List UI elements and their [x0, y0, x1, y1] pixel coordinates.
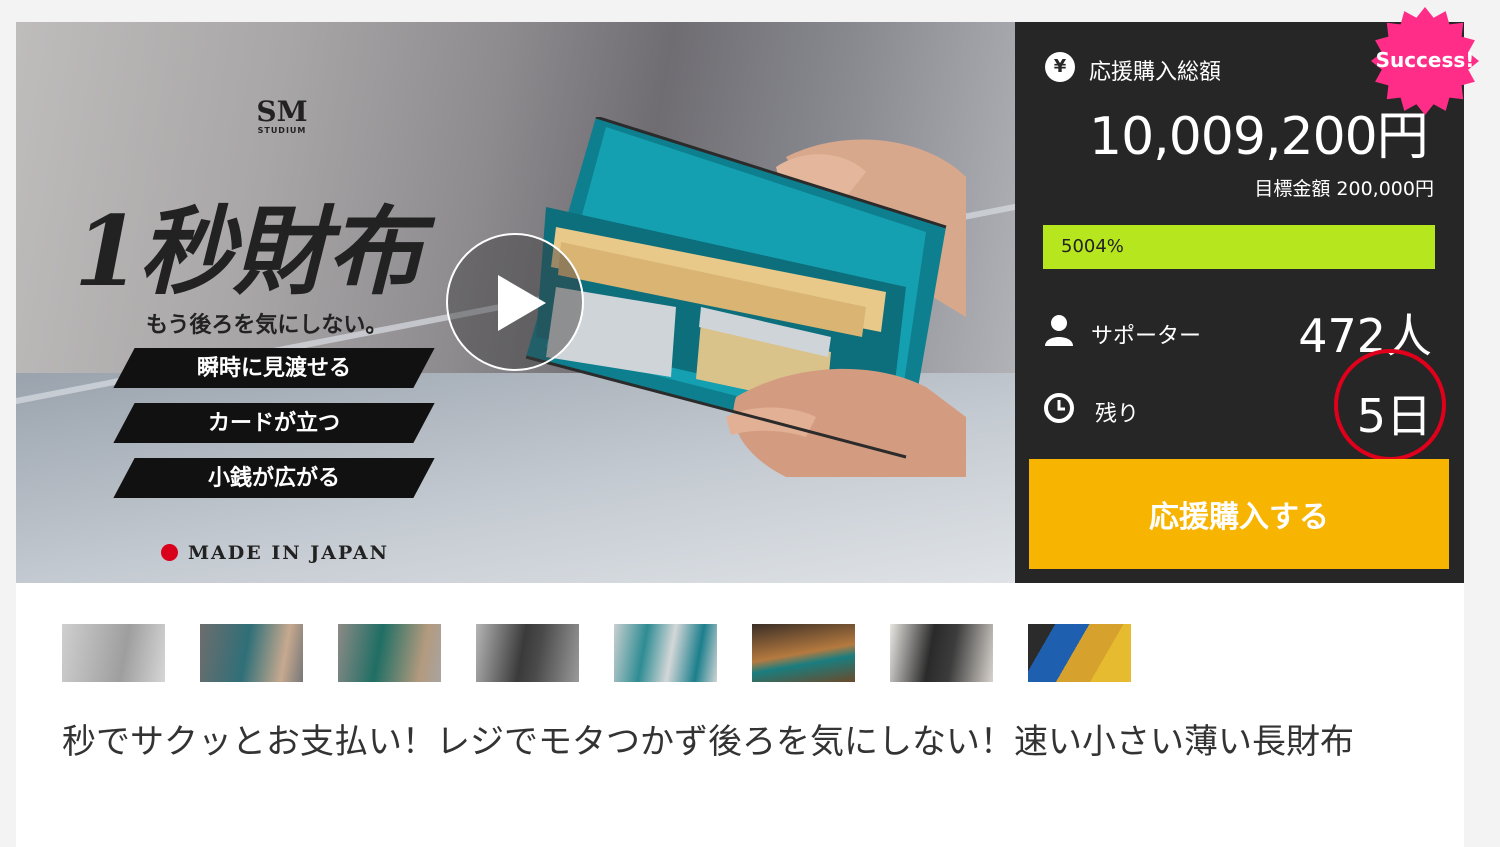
project-description: 秒でサクッとお支払い！レジでモタつかず後ろを気にしない！速い小さい薄い長財布 — [62, 722, 1354, 762]
feature-label: 瞬時に見渡せる — [196, 355, 351, 381]
thumbnail-strip — [62, 624, 1162, 682]
made-in-label: MADE IN JAPAN — [188, 542, 389, 564]
feature-badge-1: 瞬時に見渡せる — [113, 348, 435, 388]
total-label: 応援購入総額 — [1089, 60, 1222, 85]
thumbnail-1[interactable] — [62, 624, 165, 682]
logo-text: STUDIUM — [257, 126, 307, 135]
brand-logo: SM STUDIUM — [252, 95, 312, 136]
goal-amount: 目標金額 200,000円 — [1254, 178, 1434, 200]
feature-badge-2: カードが立つ — [113, 403, 435, 443]
thumbnail-5[interactable] — [614, 624, 717, 682]
user-icon — [1045, 315, 1073, 346]
highlight-circle — [1334, 349, 1446, 461]
feature-label: カードが立つ — [207, 410, 340, 436]
feature-badge-3: 小銭が広がる — [113, 458, 435, 498]
made-in-japan: MADE IN JAPAN — [161, 542, 389, 564]
clock-icon — [1044, 393, 1074, 423]
play-button-icon[interactable] — [446, 233, 584, 371]
hero-title: 1秒財布 — [74, 195, 423, 308]
thumbnail-2[interactable] — [200, 624, 303, 682]
yen-icon: ¥ — [1045, 52, 1075, 82]
success-badge-label: Success! — [1375, 48, 1475, 72]
thumbnail-4[interactable] — [476, 624, 579, 682]
feature-label: 小銭が広がる — [207, 465, 340, 491]
logo-mark: SM — [256, 95, 308, 128]
hero-subtitle: もう後ろを気にしない。 — [146, 312, 388, 338]
thumbnail-7[interactable] — [890, 624, 993, 682]
progress-bar: 5004% — [1043, 225, 1435, 269]
supporters-label: サポーター — [1091, 324, 1202, 349]
thumbnail-3[interactable] — [338, 624, 441, 682]
thumbnail-8[interactable] — [1028, 624, 1131, 682]
page: SM STUDIUM 1秒財布 もう後ろを気にしない。 瞬時に見渡せる カードが… — [0, 0, 1500, 847]
red-dot-icon — [161, 544, 178, 561]
remaining-label: 残り — [1095, 402, 1140, 427]
progress-percent: 5004% — [1061, 236, 1124, 257]
thumbnail-6[interactable] — [752, 624, 855, 682]
support-purchase-button[interactable]: 応援購入する — [1029, 459, 1449, 569]
